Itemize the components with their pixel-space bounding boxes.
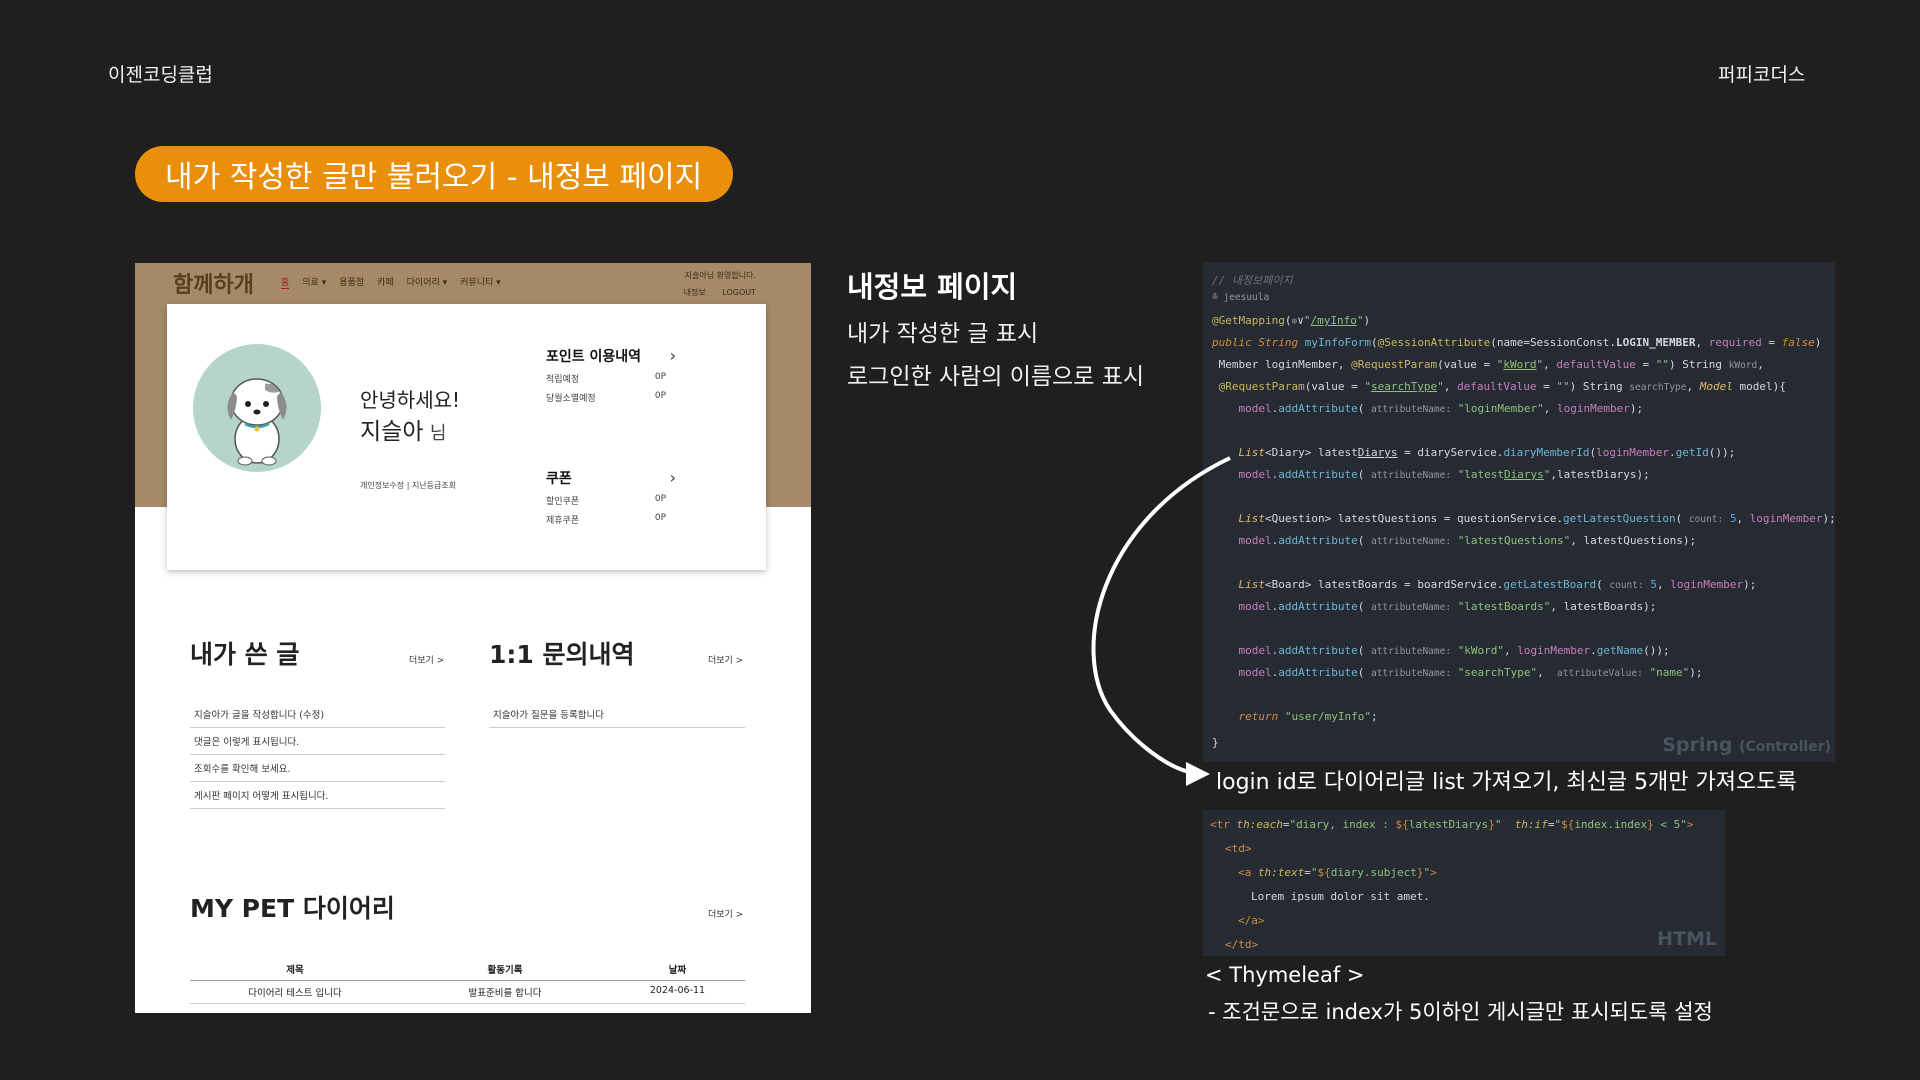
welcome-text: 지슬아님 환영합니다. — [684, 271, 756, 280]
list-item[interactable]: 댓글은 이렇게 표시됩니다. — [190, 728, 445, 755]
hello-block: 안녕하세요! 지슬아 님 — [360, 384, 460, 450]
chevron-right-icon[interactable]: › — [670, 346, 676, 365]
thymeleaf-desc: - 조건문으로 index가 5이하인 게시글만 표시되도록 설정 — [1208, 1000, 1713, 1024]
controller-code-panel: // 내정보페이지 ≗ jeesuula @GetMapping(⊕∨"/myI… — [1203, 262, 1835, 762]
coupon-row: 할인쿠폰 0P — [546, 494, 666, 507]
nav-item-diary[interactable]: 다이어리 ▾ — [407, 275, 448, 289]
list-item[interactable]: 지슬아가 질문을 등록합니다 — [489, 701, 745, 728]
spring-watermark: Spring (Controller) — [1662, 734, 1831, 756]
profile-links[interactable]: 개인정보수정 | 지난등급조회 — [360, 480, 456, 491]
inquiries-more-link[interactable]: 더보기 > — [708, 653, 743, 666]
points-title: 포인트 이용내역 — [546, 349, 642, 365]
points-row: 적립예정 0P — [546, 372, 666, 385]
site-logo[interactable]: 함께하개 — [173, 267, 254, 299]
team-name: 퍼피코더스 — [1718, 64, 1806, 86]
code-author: ≗ jeesuula — [1212, 292, 1270, 303]
hello-text: 안녕하세요! — [360, 388, 461, 412]
lorem-text: Lorem ipsum dolor sit amet. — [1251, 890, 1430, 903]
list-item[interactable]: 지슬아가 글을 작성합니다 (수정) — [190, 701, 445, 728]
thymeleaf-title: < Thymeleaf > — [1205, 963, 1365, 987]
list-item[interactable]: 게시판 페이지 어떻게 표시됩니다. — [190, 782, 445, 809]
my-posts-list: 지슬아가 글을 작성합니다 (수정) 댓글은 이렇게 표시됩니다. 조회수를 확… — [190, 701, 445, 809]
nav-item-community[interactable]: 커뮤니티 ▾ — [460, 275, 501, 289]
chevron-right-icon[interactable]: › — [670, 468, 676, 487]
site-nav: 홈 의료 ▾ 용품점 카페 다이어리 ▾ 커뮤니티 ▾ — [281, 275, 501, 289]
points-row: 당월소멸예정 0P — [546, 391, 666, 404]
myinfo-link[interactable]: 내정보 — [684, 288, 706, 297]
club-name: 이젠코딩클럽 — [108, 64, 213, 86]
user-suffix: 님 — [429, 423, 447, 444]
arrow-note: login id로 다이어리글 list 가져오기, 최신글 5개만 가져오도록 — [1216, 770, 1797, 795]
slide-title: 내가 작성한 글만 불러오기 - 내정보 페이지 — [135, 146, 733, 202]
nav-item-shop[interactable]: 용품점 — [339, 275, 364, 289]
logout-link[interactable]: LOGOUT — [722, 288, 756, 297]
table-row[interactable]: 다이어리 테스트 입니다 발표준비를 합니다 2024-06-11 — [190, 981, 745, 1004]
html-watermark: HTML — [1657, 928, 1717, 950]
curved-arrow-icon — [1091, 456, 1231, 786]
nav-item-cafe[interactable]: 카페 — [377, 275, 394, 289]
coupon-row: 제휴쿠폰 0P — [546, 513, 666, 526]
coupons-title: 쿠폰 — [546, 471, 572, 487]
nav-item-home[interactable]: 홈 — [281, 275, 290, 289]
diary-table: 제목 활동기록 날짜 다이어리 테스트 입니다 발표준비를 합니다 2024-0… — [190, 958, 745, 1004]
greeting-area: 지슬아님 환영합니다. 내정보 LOGOUT — [670, 267, 756, 301]
my-posts-title: 내가 쓴 글 — [190, 640, 300, 669]
puppy-icon — [227, 378, 287, 466]
user-name: 지슬아 — [360, 419, 424, 445]
list-item[interactable]: 조회수를 확인해 보세요. — [190, 755, 445, 782]
diary-title: MY PET 다이어리 — [190, 894, 395, 923]
nav-item-medical[interactable]: 의료 ▾ — [302, 275, 326, 289]
coupons-block[interactable]: 쿠폰 › 할인쿠폰 0P 제휴쿠폰 0P — [546, 468, 676, 526]
inquiries-title: 1:1 문의내역 — [489, 640, 635, 669]
code-comment: // 내정보페이지 — [1212, 274, 1293, 287]
my-posts-more-link[interactable]: 더보기 > — [409, 653, 444, 666]
thymeleaf-code-panel: <tr th:each="diary, index : ${latestDiar… — [1203, 810, 1725, 956]
desc-line: 내가 작성한 글 표시 — [847, 321, 1039, 347]
desc-line: 로그인한 사람의 이름으로 표시 — [847, 364, 1145, 390]
profile-card: 안녕하세요! 지슬아 님 개인정보수정 | 지난등급조회 포인트 이용내역 › … — [167, 304, 766, 570]
desc-title: 내정보 페이지 — [847, 270, 1018, 304]
table-header: 제목 활동기록 날짜 — [190, 958, 745, 981]
avatar — [193, 344, 321, 472]
website-screenshot: 함께하개 홈 의료 ▾ 용품점 카페 다이어리 ▾ 커뮤니티 ▾ 지슬아님 환영… — [135, 263, 811, 1013]
diary-more-link[interactable]: 더보기 > — [708, 907, 743, 920]
points-block[interactable]: 포인트 이용내역 › 적립예정 0P 당월소멸예정 0P — [546, 346, 676, 404]
inquiries-list: 지슬아가 질문을 등록합니다 — [489, 701, 745, 728]
